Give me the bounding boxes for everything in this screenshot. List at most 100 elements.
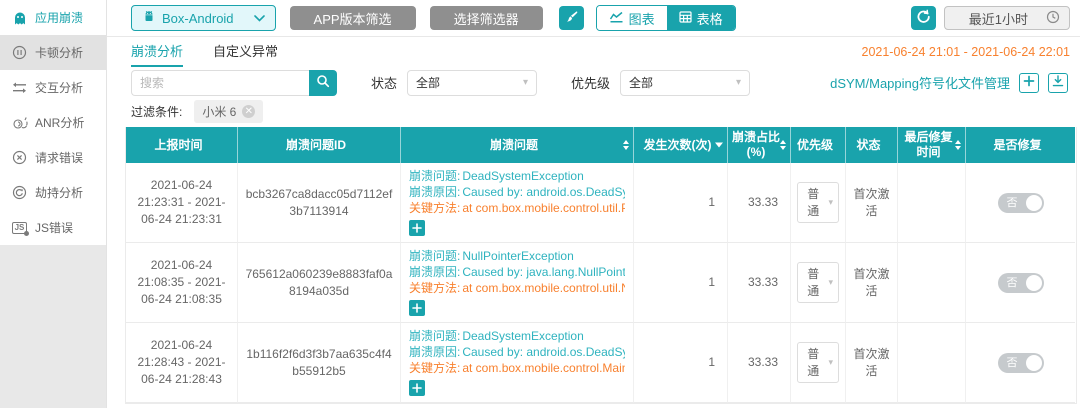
table-row: 2021-06-24 21:08:35 - 2021-06-24 21:08:3… [126,243,1076,323]
plus-icon [412,301,422,316]
table-header-row: 上报时间 崩溃问题ID 崩溃问题 发生次数(次) 崩溃占比(%) 优先级 状态 [126,127,1076,163]
filter-bar: 状态 全部 ▾ 优先级 全部 ▾ dSYM/Mapping符号化文件管理 [107,66,1080,99]
filter-caret-icon[interactable] [715,143,723,148]
col-header-is-fixed: 是否修复 [966,127,1075,163]
fixed-toggle[interactable]: 否 [998,353,1044,373]
dsym-mapping-link[interactable]: dSYM/Mapping符号化文件管理 [830,73,1010,92]
sort-icon[interactable] [623,140,629,150]
toggle-knob [1026,275,1042,291]
col-header-priority: 优先级 [791,127,846,163]
priority-select-value: 全部 [629,74,653,91]
sidebar-item-app-crash[interactable]: 应用崩溃 [0,0,106,35]
swap-arrows-icon [11,82,28,94]
col-header-issue-id: 崩溃问题ID [238,127,401,163]
sidebar-item-interaction-analysis[interactable]: 交互分析 [0,70,106,105]
choose-filter-button[interactable]: 选择筛选器 [430,6,543,30]
search-box [131,70,337,96]
sort-icon[interactable] [780,140,786,150]
cell-report-time: 2021-06-24 21:28:43 - 2021-06-24 21:28:4… [126,323,238,403]
crash-problem-link[interactable]: DeadSystemException [462,169,583,183]
view-table-button[interactable]: 表格 [667,6,735,30]
cell-status: 首次激活 [846,323,898,403]
line-chart-icon [609,11,624,26]
fixed-toggle[interactable]: 否 [998,193,1044,213]
tab-crash-analysis[interactable]: 崩溃分析 [131,37,183,67]
cell-issue-id: 765612a060239e8883faf0a8194a035d [238,243,401,323]
cell-last-fix-time [898,323,966,403]
priority-row-select[interactable]: 普通▾ [797,342,839,384]
expand-row-button[interactable] [409,220,425,236]
date-range-text: 2021-06-24 21:01 - 2021-06-24 22:01 [862,45,1071,59]
expand-row-button[interactable] [409,300,425,316]
cell-crash-problem: 崩溃问题:NullPointerException 崩溃原因:Caused by… [401,243,634,323]
toggle-knob [1026,355,1042,371]
chevron-down-icon: ▾ [828,276,833,289]
cell-status: 首次激活 [846,163,898,243]
tab-custom-exception[interactable]: 自定义异常 [213,37,278,67]
android-icon [142,10,156,27]
time-range-button[interactable]: 最近1小时 [944,6,1070,30]
add-symbol-file-button[interactable] [1019,73,1039,93]
col-header-occurrences[interactable]: 发生次数(次) [634,127,728,163]
table-row: 2021-06-24 21:23:31 - 2021-06-24 21:23:3… [126,163,1076,243]
filter-tag-text: 小米 6 [202,103,236,120]
chevron-down-icon: ▾ [828,196,833,209]
cell-is-fixed: 否 [966,243,1075,323]
col-header-crash-problem[interactable]: 崩溃问题 [401,127,634,163]
search-input[interactable] [131,70,309,96]
refresh-icon [916,9,931,27]
fixed-toggle[interactable]: 否 [998,273,1044,293]
col-header-crash-percent[interactable]: 崩溃占比(%) [728,127,791,163]
filter-conditions-label: 过滤条件: [131,103,182,120]
status-select[interactable]: 全部 ▾ [407,70,537,96]
cell-last-fix-time [898,163,966,243]
expand-row-button[interactable] [409,380,425,396]
cell-crash-problem: 崩溃问题:DeadSystemException 崩溃原因:Caused by:… [401,323,634,403]
view-chart-button[interactable]: 图表 [597,6,667,30]
app-version-filter-button[interactable]: APP版本筛选 [290,6,416,30]
status-label: 状态 [371,73,397,92]
toggle-knob [1026,195,1042,211]
sidebar-item-request-error[interactable]: 请求错误 [0,140,106,175]
col-header-status: 状态 [846,127,898,163]
crash-problem-link[interactable]: DeadSystemException [462,329,583,343]
cell-last-fix-time [898,243,966,323]
app-select[interactable]: Box-Android [131,5,276,31]
sidebar-item-label: 请求错误 [35,149,83,166]
priority-row-select[interactable]: 普通▾ [797,182,839,224]
clear-filter-brush-button[interactable] [559,6,584,30]
filter-tag-device: 小米 6 ✕ [194,100,263,123]
col-header-last-fix-time[interactable]: 最后修复时间 [898,127,966,163]
sidebar-item-js-error[interactable]: JS JS错误 [0,210,106,245]
sidebar-item-anr-analysis[interactable]: ANR分析 [0,105,106,140]
sidebar-filler [0,245,106,408]
cell-report-time: 2021-06-24 21:23:31 - 2021-06-24 21:23:3… [126,163,238,243]
refresh-button[interactable] [911,6,936,30]
search-icon [316,74,330,91]
sidebar-item-label: 交互分析 [35,79,83,96]
sidebar-item-hijack-analysis[interactable]: 劫持分析 [0,175,106,210]
sidebar-item-lag-analysis[interactable]: 卡顿分析 [0,35,106,70]
crash-problem-link[interactable]: NullPointerException [462,249,573,263]
cell-priority: 普通▾ [791,243,846,323]
time-range-label: 最近1小时 [969,9,1028,28]
filter-conditions: 过滤条件: 小米 6 ✕ [107,99,1080,123]
app-root: 应用崩溃 卡顿分析 交互分析 ANR分析 请求错误 [0,0,1080,408]
sidebar-item-label: JS错误 [35,219,73,236]
sidebar-item-label: 劫持分析 [35,184,83,201]
cell-status: 首次激活 [846,243,898,323]
priority-select[interactable]: 全部 ▾ [620,70,750,96]
chevron-down-icon [254,15,265,22]
cell-report-time: 2021-06-24 21:08:35 - 2021-06-24 21:08:3… [126,243,238,323]
sort-icon[interactable] [955,140,961,150]
chevron-down-icon: ▾ [523,77,528,88]
cell-crash-percent: 33.33 [728,243,791,323]
search-button[interactable] [309,70,337,96]
priority-row-select[interactable]: 普通▾ [797,262,839,304]
tab-bar: 崩溃分析 自定义异常 2021-06-24 21:01 - 2021-06-24… [107,37,1080,66]
close-icon[interactable]: ✕ [242,105,255,118]
download-symbol-file-button[interactable] [1048,73,1068,93]
toolbar: Box-Android APP版本筛选 选择筛选器 图表 [107,0,1080,37]
x-circle-icon [11,150,28,165]
snail-icon [11,116,28,130]
